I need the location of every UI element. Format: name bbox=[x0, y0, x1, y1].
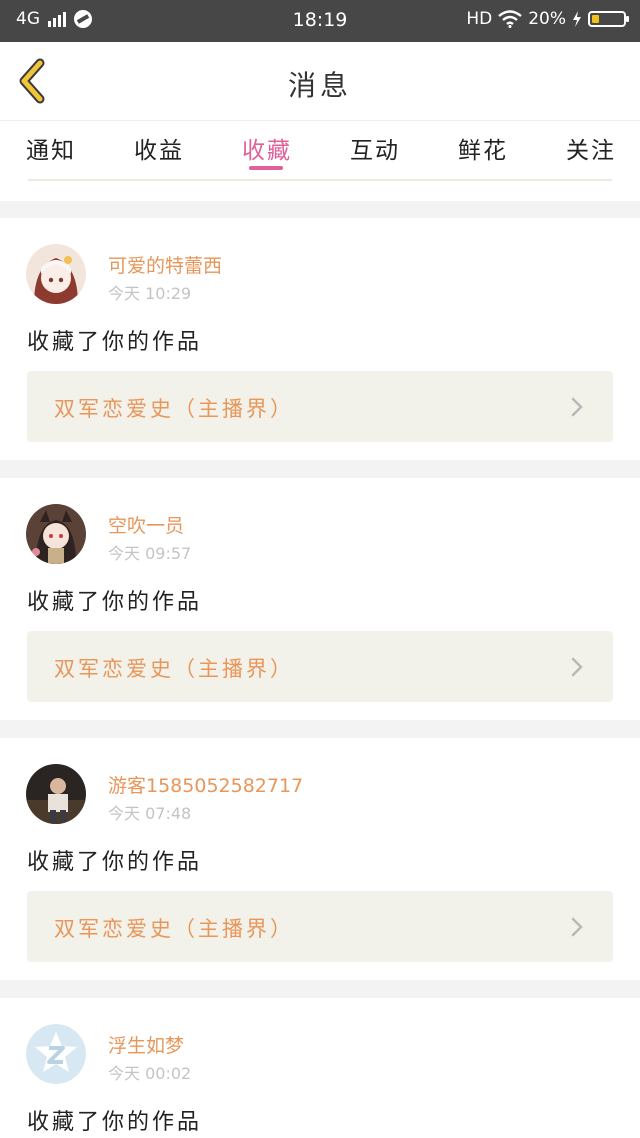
tab-divider bbox=[28, 179, 612, 181]
work-link[interactable]: 双军恋爱史（主播界） bbox=[27, 891, 613, 962]
tab-earnings[interactable]: 收益 bbox=[134, 131, 184, 165]
action-text: 收藏了你的作品 bbox=[27, 590, 203, 615]
list-item: 空吹一员 今天 09:57 收藏了你的作品 双军恋爱史（主播界） bbox=[0, 478, 640, 720]
charging-icon bbox=[573, 11, 581, 27]
timestamp: 今天 07:48 bbox=[108, 804, 192, 823]
list-item: 游客1585052582717 今天 07:48 收藏了你的作品 双军恋爱史（主… bbox=[0, 738, 640, 980]
chevron-right-icon bbox=[571, 657, 583, 677]
avatar[interactable] bbox=[26, 244, 86, 304]
timestamp: 今天 10:29 bbox=[108, 284, 192, 303]
username[interactable]: 游客1585052582717 bbox=[108, 771, 303, 798]
list-item: 可爱的特蕾西 今天 10:29 收藏了你的作品 双军恋爱史（主播界） bbox=[0, 218, 640, 460]
battery-icon bbox=[588, 11, 629, 27]
avatar[interactable] bbox=[26, 1024, 86, 1084]
header: 消息 bbox=[0, 42, 640, 120]
work-title: 双军恋爱史（主播界） bbox=[54, 397, 294, 421]
work-link[interactable]: 双军恋爱史（主播界） bbox=[27, 631, 613, 702]
tab-favorites[interactable]: 收藏 bbox=[242, 131, 292, 165]
status-bar: 4G 18:19 HD 20% bbox=[0, 0, 640, 42]
username[interactable]: 可爱的特蕾西 bbox=[108, 251, 222, 278]
action-text: 收藏了你的作品 bbox=[27, 1110, 203, 1135]
work-title: 双军恋爱史（主播界） bbox=[54, 657, 294, 681]
wifi-icon bbox=[498, 10, 522, 28]
chevron-right-icon bbox=[571, 917, 583, 937]
tab-bar: 通知 收益 收藏 互动 鲜花 关注 bbox=[0, 120, 640, 201]
username[interactable]: 空吹一员 bbox=[108, 511, 184, 538]
action-text: 收藏了你的作品 bbox=[27, 330, 203, 355]
timestamp: 今天 09:57 bbox=[108, 544, 192, 563]
battery-percent: 20% bbox=[528, 9, 566, 29]
active-tab-indicator bbox=[249, 166, 283, 170]
chevron-right-icon bbox=[571, 397, 583, 417]
avatar[interactable] bbox=[26, 504, 86, 564]
status-right: HD 20% bbox=[466, 9, 629, 29]
tab-interactions[interactable]: 互动 bbox=[350, 131, 400, 165]
tab-notifications[interactable]: 通知 bbox=[26, 131, 76, 165]
page-title: 消息 bbox=[287, 69, 352, 102]
avatar[interactable] bbox=[26, 764, 86, 824]
work-title: 双军恋爱史（主播界） bbox=[54, 917, 294, 941]
timestamp: 今天 00:02 bbox=[108, 1064, 192, 1083]
list-item: 浮生如梦 今天 00:02 收藏了你的作品 bbox=[0, 998, 640, 1138]
username[interactable]: 浮生如梦 bbox=[108, 1031, 184, 1058]
work-link[interactable]: 双军恋爱史（主播界） bbox=[27, 371, 613, 442]
action-text: 收藏了你的作品 bbox=[27, 850, 203, 875]
tab-flowers[interactable]: 鲜花 bbox=[458, 131, 508, 165]
tab-following[interactable]: 关注 bbox=[566, 131, 616, 165]
hd-label: HD bbox=[466, 9, 493, 29]
